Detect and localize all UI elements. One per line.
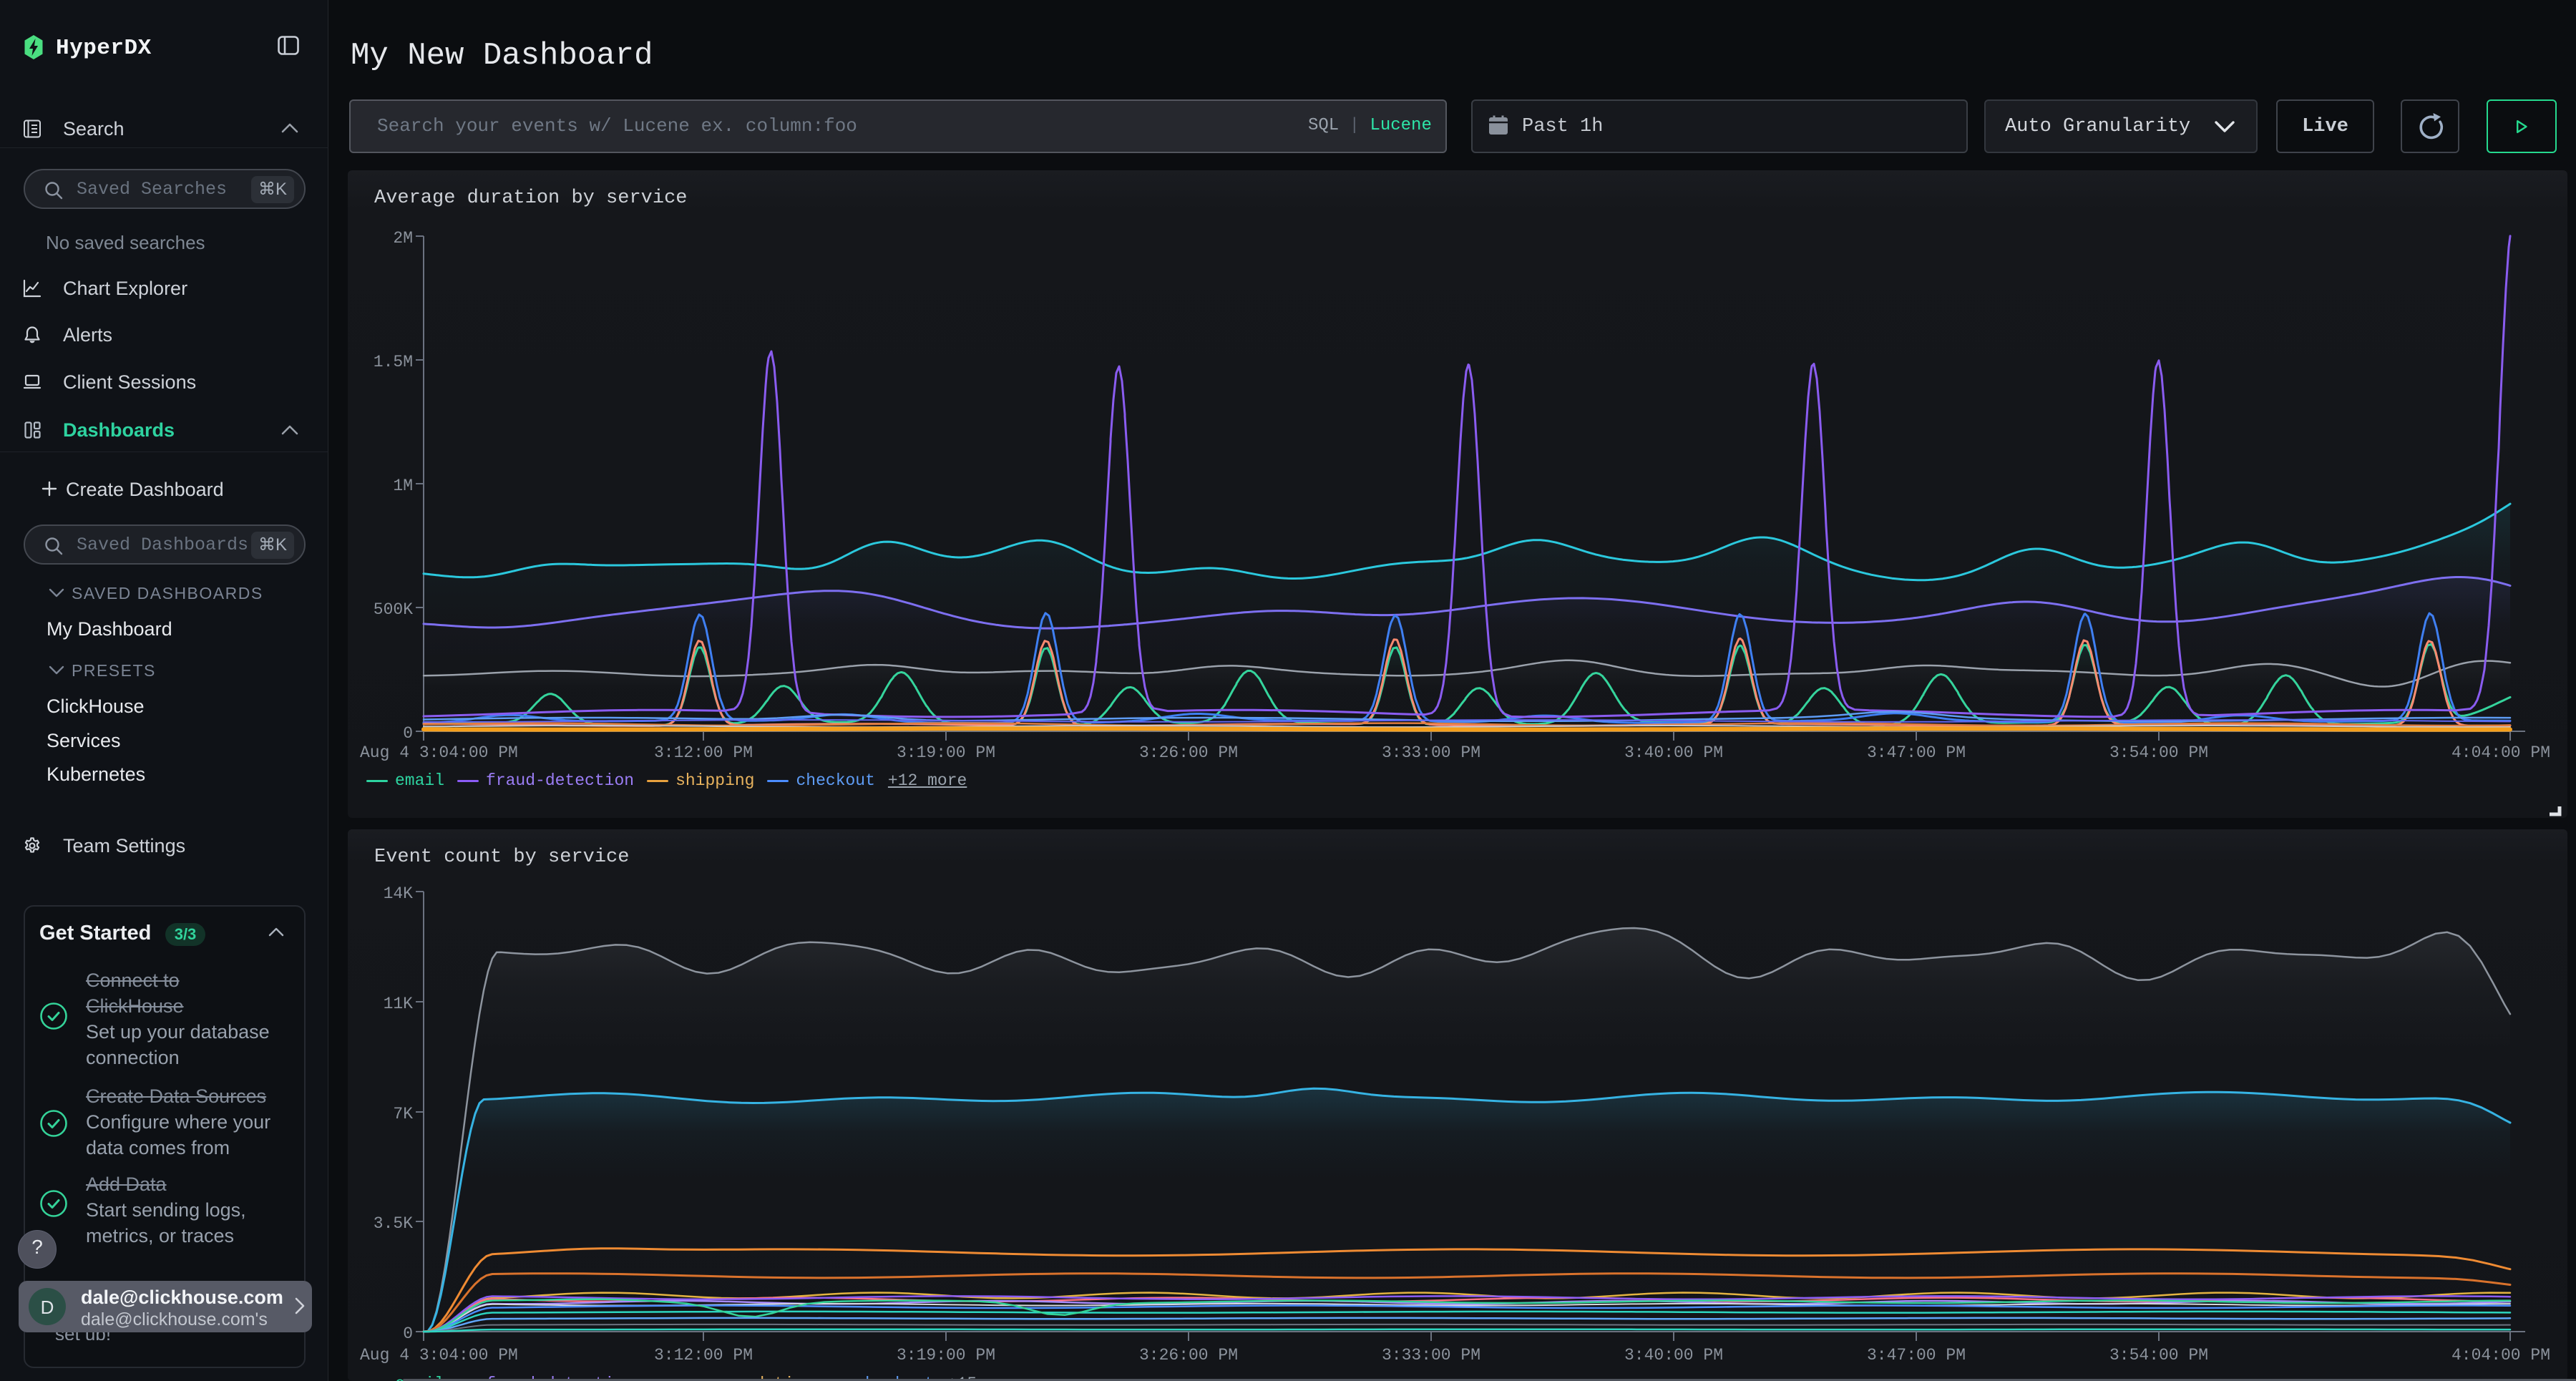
svg-text:1M: 1M	[393, 477, 413, 495]
svg-text:14K: 14K	[384, 884, 414, 903]
svg-text:3:26:00 PM: 3:26:00 PM	[1139, 743, 1238, 762]
svg-text:3:19:00 PM: 3:19:00 PM	[897, 743, 995, 762]
svg-text:3:54:00 PM: 3:54:00 PM	[2109, 1346, 2208, 1365]
svg-text:7K: 7K	[393, 1105, 413, 1123]
svg-text:11K: 11K	[384, 995, 414, 1013]
svg-text:1.5M: 1.5M	[374, 353, 413, 371]
svg-text:3.5K: 3.5K	[374, 1214, 413, 1233]
svg-text:4:04:00 PM: 4:04:00 PM	[2451, 1346, 2550, 1365]
svg-text:3:33:00 PM: 3:33:00 PM	[1382, 743, 1480, 762]
svg-text:3:12:00 PM: 3:12:00 PM	[654, 1346, 753, 1365]
svg-text:Aug 4 3:04:00 PM: Aug 4 3:04:00 PM	[360, 743, 518, 762]
svg-text:0: 0	[403, 724, 413, 743]
svg-text:3:40:00 PM: 3:40:00 PM	[1624, 1346, 1723, 1365]
svg-text:3:12:00 PM: 3:12:00 PM	[654, 743, 753, 762]
svg-text:0: 0	[403, 1324, 413, 1343]
svg-text:3:26:00 PM: 3:26:00 PM	[1139, 1346, 1238, 1365]
svg-text:3:47:00 PM: 3:47:00 PM	[1867, 743, 1966, 762]
svg-text:500K: 500K	[374, 600, 413, 619]
svg-text:3:47:00 PM: 3:47:00 PM	[1867, 1346, 1966, 1365]
svg-text:4:04:00 PM: 4:04:00 PM	[2451, 743, 2550, 762]
svg-text:3:19:00 PM: 3:19:00 PM	[897, 1346, 995, 1365]
svg-text:2M: 2M	[393, 229, 413, 248]
svg-text:3:54:00 PM: 3:54:00 PM	[2109, 743, 2208, 762]
svg-text:3:33:00 PM: 3:33:00 PM	[1382, 1346, 1480, 1365]
svg-text:Aug 4 3:04:00 PM: Aug 4 3:04:00 PM	[360, 1346, 518, 1365]
svg-text:3:40:00 PM: 3:40:00 PM	[1624, 743, 1723, 762]
